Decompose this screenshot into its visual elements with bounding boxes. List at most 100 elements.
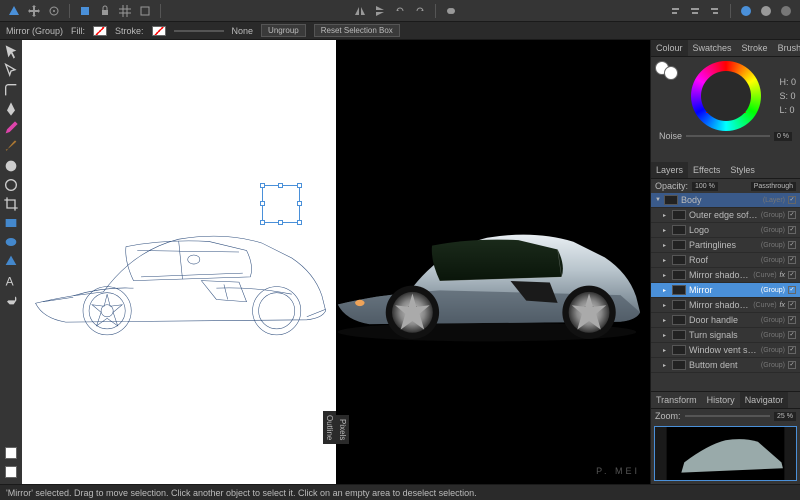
bg-color-swatch[interactable] [3, 464, 19, 480]
pen-tool-icon[interactable] [3, 101, 19, 117]
visibility-check[interactable]: ✓ [788, 226, 796, 234]
chevron-right-icon[interactable]: ▸ [663, 287, 669, 294]
chevron-right-icon[interactable]: ▸ [663, 272, 669, 279]
visibility-check[interactable]: ✓ [788, 211, 796, 219]
tab-effects[interactable]: Effects [688, 162, 725, 178]
node-tool-icon[interactable] [3, 63, 19, 79]
tab-transform[interactable]: Transform [651, 392, 702, 408]
layer-row[interactable]: ▸Logo(Group)✓ [651, 223, 800, 238]
move-icon[interactable] [26, 3, 42, 19]
layer-row[interactable]: ▸Window vent shadows(Group)✓ [651, 343, 800, 358]
blend-mode[interactable]: Passthrough [751, 182, 796, 191]
canvas-viewport[interactable]: Outline Pixels [22, 40, 650, 484]
layer-row[interactable]: ▸Turn signals(Group)✓ [651, 328, 800, 343]
layer-row[interactable]: ▸Mirror(Group)✓ [651, 283, 800, 298]
pencil-tool-icon[interactable] [3, 120, 19, 136]
snap-icon[interactable] [77, 3, 93, 19]
tab-layers[interactable]: Layers [651, 162, 688, 178]
rectangle-tool-icon[interactable] [3, 215, 19, 231]
align-center-icon[interactable] [687, 3, 703, 19]
layer-row[interactable]: ▸Partinglines(Group)✓ [651, 238, 800, 253]
visibility-check[interactable]: ✓ [788, 361, 796, 369]
visibility-check[interactable]: ✓ [788, 256, 796, 264]
chevron-right-icon[interactable]: ▸ [663, 317, 669, 324]
visibility-check[interactable]: ✓ [788, 271, 796, 279]
tab-colour[interactable]: Colour [651, 40, 688, 56]
chevron-down-icon[interactable]: ▼ [655, 197, 661, 203]
ungroup-button[interactable]: Ungroup [261, 24, 306, 37]
chevron-right-icon[interactable]: ▸ [663, 302, 669, 309]
target-icon[interactable] [46, 3, 62, 19]
chevron-right-icon[interactable]: ▸ [663, 347, 669, 354]
fg-color-swatch[interactable] [3, 445, 19, 461]
outline-tab[interactable]: Outline [323, 411, 336, 444]
chevron-right-icon[interactable]: ▸ [663, 242, 669, 249]
noise-slider[interactable] [686, 135, 770, 137]
stroke-width-slider[interactable] [174, 30, 224, 32]
layer-thumb [672, 210, 686, 220]
chevron-right-icon[interactable]: ▸ [663, 332, 669, 339]
chevron-right-icon[interactable]: ▸ [663, 362, 669, 369]
tab-navigator[interactable]: Navigator [740, 392, 789, 408]
stroke-swatch[interactable] [152, 26, 166, 36]
transform-icon[interactable] [137, 3, 153, 19]
flip-h-icon[interactable] [352, 3, 368, 19]
tab-stroke[interactable]: Stroke [737, 40, 773, 56]
layer-row[interactable]: ▸Buttom dent(Group)✓ [651, 358, 800, 373]
layer-row[interactable]: ▸Roof(Group)✓ [651, 253, 800, 268]
align-left-icon[interactable] [667, 3, 683, 19]
layer-row[interactable]: ▸Mirror shadow 02(Curve)fx✓ [651, 298, 800, 313]
visibility-check[interactable]: ✓ [788, 196, 796, 204]
hand-tool-icon[interactable] [3, 291, 19, 307]
pixels-tab[interactable]: Pixels [336, 415, 349, 444]
bg-circle[interactable] [664, 66, 678, 80]
chevron-right-icon[interactable]: ▸ [663, 227, 669, 234]
persona-pixel-icon[interactable] [758, 3, 774, 19]
reset-selection-button[interactable]: Reset Selection Box [314, 24, 400, 37]
persona-export-icon[interactable] [778, 3, 794, 19]
sat-triangle[interactable] [706, 79, 746, 113]
fill-tool-icon[interactable] [3, 158, 19, 174]
layer-row[interactable]: ▸Mirror shadow 01(Curve)fx✓ [651, 268, 800, 283]
tab-swatches[interactable]: Swatches [688, 40, 737, 56]
brush-tool-icon[interactable] [3, 139, 19, 155]
flip-v-icon[interactable] [372, 3, 388, 19]
zoom-slider[interactable] [685, 415, 771, 417]
selection-box[interactable] [262, 185, 300, 223]
visibility-check[interactable]: ✓ [788, 346, 796, 354]
visibility-check[interactable]: ✓ [788, 301, 796, 309]
corner-tool-icon[interactable] [3, 82, 19, 98]
layer-row[interactable]: ▸Outer edge softening(Group)✓ [651, 208, 800, 223]
fill-swatch[interactable] [93, 26, 107, 36]
layer-thumb [672, 300, 686, 310]
visibility-check[interactable]: ✓ [788, 286, 796, 294]
opacity-value[interactable]: 100 % [692, 182, 718, 191]
zoom-value[interactable]: 25 % [774, 412, 796, 421]
visibility-check[interactable]: ✓ [788, 331, 796, 339]
transparency-tool-icon[interactable] [3, 177, 19, 193]
layer-row[interactable]: ▸Door handle(Group)✓ [651, 313, 800, 328]
triangle-tool-icon[interactable] [3, 253, 19, 269]
navigator-preview[interactable] [654, 426, 797, 481]
layer-root[interactable]: ▼ Body (Layer) ✓ [651, 193, 800, 208]
chevron-right-icon[interactable]: ▸ [663, 212, 669, 219]
union-icon[interactable] [443, 3, 459, 19]
tab-brushes[interactable]: Brushes [773, 40, 800, 56]
visibility-check[interactable]: ✓ [788, 316, 796, 324]
align-right-icon[interactable] [707, 3, 723, 19]
visibility-check[interactable]: ✓ [788, 241, 796, 249]
grid-icon[interactable] [117, 3, 133, 19]
lock-icon[interactable] [97, 3, 113, 19]
tab-history[interactable]: History [702, 392, 740, 408]
chevron-right-icon[interactable]: ▸ [663, 257, 669, 264]
tab-styles[interactable]: Styles [725, 162, 760, 178]
ellipse-tool-icon[interactable] [3, 234, 19, 250]
rotate-ccw-icon[interactable] [392, 3, 408, 19]
move-tool-icon[interactable] [3, 44, 19, 60]
text-tool-icon[interactable]: A [3, 272, 19, 288]
persona-draw-icon[interactable] [738, 3, 754, 19]
rotate-cw-icon[interactable] [412, 3, 428, 19]
crop-tool-icon[interactable] [3, 196, 19, 212]
subtract-icon[interactable] [463, 3, 479, 19]
hue-wheel[interactable] [691, 61, 761, 131]
